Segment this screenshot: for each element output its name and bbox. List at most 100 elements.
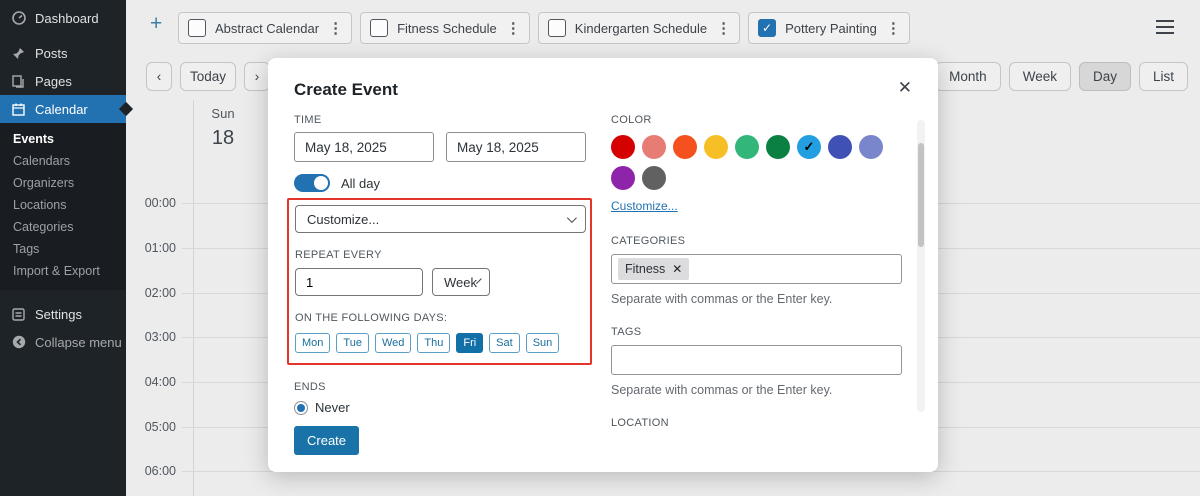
close-icon[interactable]: ✕ xyxy=(898,78,912,98)
radio-dot xyxy=(297,403,305,412)
calendar-chip-kindergarten[interactable]: Kindergarten Schedule ⋮ xyxy=(537,12,741,44)
categories-input[interactable]: Fitness ✕ xyxy=(611,254,902,284)
next-day-button[interactable]: › xyxy=(244,62,271,91)
create-button[interactable]: Create xyxy=(294,426,360,455)
event-form-left-column: TIME All day Customize... REPEAT EVERY W… xyxy=(287,114,592,455)
sidebar-item-label: Settings xyxy=(35,306,82,322)
sidebar-item-settings[interactable]: Settings xyxy=(0,300,126,328)
recurrence-frequency-select[interactable]: Customize... xyxy=(295,205,586,233)
day-pill-mon[interactable]: Mon xyxy=(295,333,331,353)
sidebar-item-pages[interactable]: Pages xyxy=(0,67,126,95)
repeat-unit-select[interactable]: Week xyxy=(432,268,490,296)
sidebar-item-import-export[interactable]: Import & Export xyxy=(0,260,126,282)
chevron-down-icon xyxy=(566,212,577,223)
sidebar-item-dashboard[interactable]: Dashboard xyxy=(0,3,126,33)
calendar-chip-bar: Abstract Calendar ⋮ Fitness Schedule ⋮ K… xyxy=(178,12,910,44)
sidebar-item-tags[interactable]: Tags xyxy=(0,238,126,260)
sidebar-item-calendar[interactable]: Calendar xyxy=(0,95,134,123)
today-button[interactable]: Today xyxy=(180,62,237,91)
sidebar-item-events[interactable]: Events xyxy=(0,128,126,150)
sidebar-item-label: Posts xyxy=(35,45,68,61)
day-pill-thu[interactable]: Thu xyxy=(417,333,451,353)
repeat-every-label: REPEAT EVERY xyxy=(295,249,382,261)
hour-label: 03:00 xyxy=(144,330,176,344)
kebab-menu-icon[interactable]: ⋮ xyxy=(328,19,343,37)
pin-icon xyxy=(11,46,26,61)
day-pill-sun[interactable]: Sun xyxy=(525,333,560,353)
color-swatch-lavender[interactable] xyxy=(859,135,883,159)
sidebar-item-collapse-menu[interactable]: Collapse menu xyxy=(0,328,126,356)
day-name-label: Sun xyxy=(211,106,235,121)
kebab-menu-icon[interactable]: ⋮ xyxy=(886,19,901,37)
view-week-button[interactable]: Week xyxy=(1008,62,1071,91)
check-icon: ✓ xyxy=(803,139,815,154)
sidebar-item-posts[interactable]: Posts xyxy=(0,39,126,67)
calendar-chip-fitness[interactable]: Fitness Schedule ⋮ xyxy=(360,12,530,44)
ends-label: ENDS xyxy=(294,381,326,393)
end-date-input[interactable] xyxy=(446,132,586,162)
color-swatch-green[interactable] xyxy=(735,135,759,159)
day-pill-sat[interactable]: Sat xyxy=(489,333,520,353)
all-day-toggle[interactable] xyxy=(294,174,330,192)
color-customize-link[interactable]: Customize... xyxy=(611,199,678,213)
prev-day-button[interactable]: ‹ xyxy=(146,62,172,91)
color-swatch-orange[interactable] xyxy=(673,135,697,159)
repeat-unit-value: Week xyxy=(444,274,477,290)
modal-scrollbar-thumb[interactable] xyxy=(918,143,924,247)
sidebar-item-organizers[interactable]: Organizers xyxy=(0,172,126,194)
color-swatch-blue[interactable] xyxy=(828,135,852,159)
day-pill-fri[interactable]: Fri xyxy=(456,333,484,353)
day-pill-tue[interactable]: Tue xyxy=(336,333,369,353)
calendar-chip-label: Pottery Painting xyxy=(785,20,877,36)
category-chip-label: Fitness xyxy=(625,262,666,276)
repeat-interval-input[interactable] xyxy=(295,268,423,296)
calendar-chip-abstract[interactable]: Abstract Calendar ⋮ xyxy=(178,12,353,44)
hour-label: 05:00 xyxy=(144,420,176,434)
sidebar-item-calendars[interactable]: Calendars xyxy=(0,150,126,172)
tags-input[interactable] xyxy=(611,345,902,375)
color-swatch-dark-green[interactable] xyxy=(766,135,790,159)
color-swatch-purple[interactable] xyxy=(611,166,635,190)
add-calendar-button[interactable]: + xyxy=(150,13,162,34)
start-date-input[interactable] xyxy=(294,132,434,162)
calendar-checkbox-checked[interactable]: ✓ xyxy=(758,19,777,37)
menu-icon[interactable] xyxy=(1156,20,1174,38)
view-month-button[interactable]: Month xyxy=(935,62,1001,91)
view-list-button[interactable]: List xyxy=(1138,62,1188,91)
pages-icon xyxy=(11,74,26,89)
remove-category-icon[interactable]: ✕ xyxy=(672,262,682,276)
calendar-chip-label: Kindergarten Schedule xyxy=(574,20,708,36)
sidebar-item-label: Collapse menu xyxy=(35,334,122,350)
recurrence-frequency-value: Customize... xyxy=(307,211,380,227)
day-header: Sun 18 xyxy=(193,106,253,150)
sidebar-item-label: Pages xyxy=(35,73,72,89)
ends-never-radio[interactable] xyxy=(294,400,308,415)
calendar-checkbox[interactable] xyxy=(370,19,389,37)
color-swatch-gray[interactable] xyxy=(642,166,666,190)
color-swatch-flamingo[interactable] xyxy=(642,135,666,159)
calendar-chip-label: Fitness Schedule xyxy=(397,20,497,36)
sidebar-item-locations[interactable]: Locations xyxy=(0,194,126,216)
hour-label: 00:00 xyxy=(144,196,176,210)
color-swatch-red[interactable] xyxy=(611,135,635,159)
color-swatch-yellow[interactable] xyxy=(704,135,728,159)
hour-row: 06:00 xyxy=(0,464,1200,485)
day-pill-wed[interactable]: Wed xyxy=(374,333,412,353)
calendar-icon xyxy=(11,102,26,117)
hour-label: 06:00 xyxy=(144,464,176,478)
create-event-modal: Create Event ✕ TIME All day Customize...… xyxy=(268,58,938,472)
sidebar-item-label: Dashboard xyxy=(35,10,99,26)
calendar-checkbox[interactable] xyxy=(547,19,566,37)
kebab-menu-icon[interactable]: ⋮ xyxy=(506,19,521,37)
location-label: LOCATION xyxy=(611,417,669,429)
view-switcher: Month Week Day List xyxy=(935,62,1188,91)
color-swatch-light-blue-selected[interactable]: ✓ xyxy=(797,135,821,159)
calendar-checkbox[interactable] xyxy=(188,19,206,37)
color-swatch-row-2 xyxy=(611,166,902,190)
hour-label: 02:00 xyxy=(144,286,176,300)
color-swatch-row-1: ✓ xyxy=(611,135,902,159)
kebab-menu-icon[interactable]: ⋮ xyxy=(716,19,731,37)
calendar-chip-pottery[interactable]: ✓ Pottery Painting ⋮ xyxy=(748,12,910,44)
sidebar-item-categories[interactable]: Categories xyxy=(0,216,126,238)
view-day-button[interactable]: Day xyxy=(1078,62,1131,91)
